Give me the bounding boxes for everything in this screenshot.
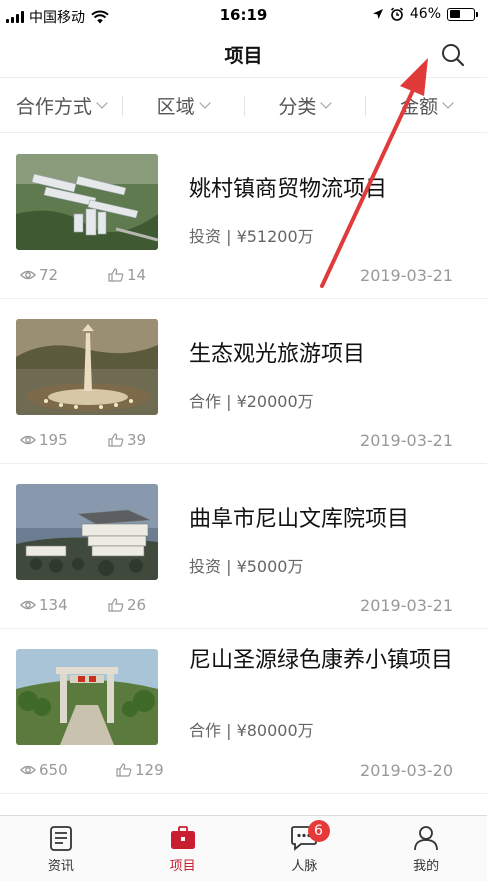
tab-label: 资讯 — [47, 859, 74, 874]
filter-label: 分类 — [278, 96, 317, 118]
project-card[interactable]: 曲阜市尼山文库院项目 投资 | ¥5000万 134 26 2019-03-21 — [0, 464, 487, 629]
page-title: 项目 — [224, 45, 263, 67]
view-count-value: 72 — [39, 266, 59, 284]
news-icon — [49, 826, 72, 851]
project-thumbnail — [16, 319, 158, 415]
view-count: 134 — [20, 596, 68, 614]
project-title: 生态观光旅游项目 — [189, 342, 366, 367]
thumbs-up-icon — [116, 763, 132, 777]
tab-bar: 资讯 项目 人脉 6 我的 — [0, 815, 487, 881]
project-date: 2019-03-20 — [360, 761, 453, 780]
nav-bar: 项目 — [0, 32, 487, 78]
search-icon[interactable] — [439, 41, 467, 69]
like-count[interactable]: 14 — [108, 266, 146, 284]
notification-badge: 6 — [307, 820, 330, 842]
project-meta: 投资 | ¥51200万 — [189, 227, 314, 246]
project-footer: 72 14 2019-03-21 — [20, 266, 453, 286]
project-thumbnail — [16, 484, 158, 580]
like-count[interactable]: 39 — [108, 431, 146, 449]
eye-icon — [20, 270, 36, 280]
filter-bar: 合作方式 区域 分类 金额 — [0, 79, 487, 133]
project-card[interactable]: 姚村镇商贸物流项目 投资 | ¥51200万 72 14 2019-03-21 — [0, 134, 487, 299]
thumbs-up-icon — [108, 433, 124, 447]
chevron-down-icon — [198, 97, 211, 109]
project-footer: 134 26 2019-03-21 — [20, 596, 453, 616]
view-count: 72 — [20, 266, 58, 284]
project-meta: 合作 | ¥20000万 — [189, 392, 314, 411]
location-icon — [372, 9, 383, 19]
view-count-value: 650 — [39, 761, 68, 779]
eye-icon — [20, 600, 36, 610]
chevron-down-icon — [96, 97, 108, 109]
chevron-down-icon — [442, 97, 454, 109]
filter-category[interactable]: 分类 — [243, 79, 366, 132]
like-count-value: 26 — [127, 596, 147, 614]
tab-profile[interactable]: 我的 — [365, 816, 487, 881]
briefcase-icon — [170, 826, 195, 849]
project-title: 曲阜市尼山文库院项目 — [189, 507, 410, 532]
project-title: 姚村镇商贸物流项目 — [189, 177, 388, 202]
person-icon — [414, 826, 439, 851]
status-right: 46% — [372, 6, 478, 22]
tab-news[interactable]: 资讯 — [0, 816, 122, 881]
like-count-value: 14 — [127, 266, 147, 284]
like-count[interactable]: 129 — [116, 761, 164, 779]
status-bar: 中国移动 16:19 46% — [0, 0, 487, 32]
tab-projects[interactable]: 项目 — [122, 816, 244, 881]
alarm-icon — [390, 7, 403, 21]
eye-icon — [20, 435, 36, 445]
like-count-value: 129 — [135, 761, 164, 779]
filter-amount[interactable]: 金额 — [365, 79, 487, 132]
tab-label: 人脉 — [291, 859, 318, 874]
thumbs-up-icon — [108, 268, 124, 282]
filter-label: 金额 — [400, 96, 439, 118]
battery-percent: 46% — [409, 6, 441, 22]
filter-region[interactable]: 区域 — [121, 79, 244, 132]
like-count-value: 39 — [127, 431, 147, 449]
view-count: 650 — [20, 761, 68, 779]
project-thumbnail — [16, 154, 158, 250]
view-count-value: 134 — [39, 596, 68, 614]
project-card[interactable]: 尼山圣源绿色康养小镇项目 合作 | ¥80000万 650 129 2019-0… — [0, 629, 487, 794]
chevron-down-icon — [320, 97, 333, 109]
project-date: 2019-03-21 — [360, 596, 453, 615]
project-meta: 合作 | ¥80000万 — [189, 721, 314, 740]
filter-cooperation-mode[interactable]: 合作方式 — [0, 79, 122, 132]
project-footer: 650 129 2019-03-20 — [20, 761, 453, 781]
view-count-value: 195 — [39, 431, 68, 449]
project-date: 2019-03-21 — [360, 431, 453, 450]
project-list: 姚村镇商贸物流项目 投资 | ¥51200万 72 14 2019-03-21 — [0, 134, 487, 794]
thumbs-up-icon — [108, 598, 124, 612]
tab-label: 项目 — [169, 859, 196, 874]
tab-label: 我的 — [413, 859, 440, 874]
like-count[interactable]: 26 — [108, 596, 146, 614]
project-title: 尼山圣源绿色康养小镇项目 — [189, 648, 454, 673]
project-thumbnail — [16, 649, 158, 745]
project-card[interactable]: 生态观光旅游项目 合作 | ¥20000万 195 39 2019-03-21 — [0, 299, 487, 464]
tab-contacts[interactable]: 人脉 6 — [244, 816, 366, 881]
project-date: 2019-03-21 — [360, 266, 453, 285]
eye-icon — [20, 765, 36, 775]
project-footer: 195 39 2019-03-21 — [20, 431, 453, 451]
filter-label: 合作方式 — [15, 96, 92, 118]
filter-label: 区域 — [156, 96, 195, 118]
battery-icon — [447, 7, 478, 21]
project-meta: 投资 | ¥5000万 — [189, 557, 304, 576]
view-count: 195 — [20, 431, 68, 449]
